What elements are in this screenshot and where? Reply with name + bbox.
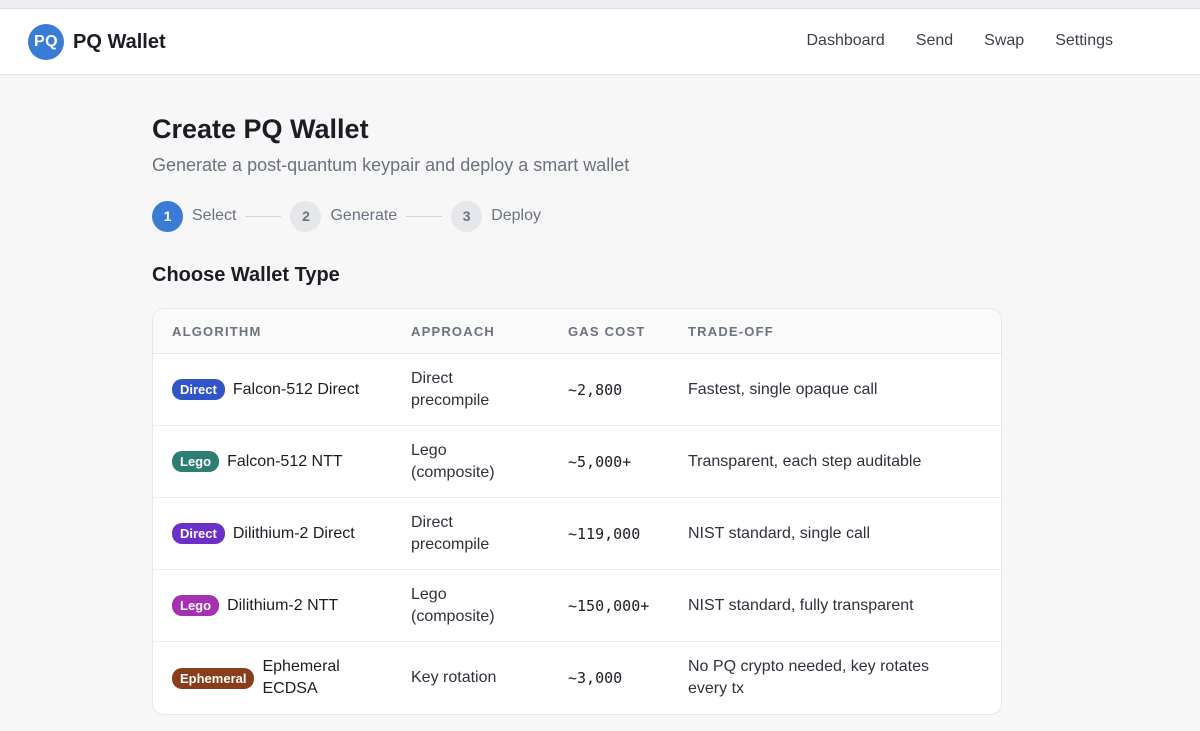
tradeoff-line: No PQ crypto needed, key rotates xyxy=(688,658,930,675)
approach-line: precompile xyxy=(411,391,490,409)
browser-top-strip xyxy=(0,0,1200,9)
step-number: 1 xyxy=(152,200,183,232)
nav-settings[interactable]: Settings xyxy=(1055,32,1113,50)
type-badge: Direct xyxy=(172,523,225,544)
approach-line: Direct xyxy=(411,369,453,387)
type-badge: Direct xyxy=(172,379,225,400)
app-name: PQ Wallet xyxy=(73,30,166,53)
algorithm-name: Falcon-512 NTT xyxy=(227,452,343,470)
main-content: Create PQ Wallet Generate a post-quantum… xyxy=(152,114,1002,715)
page-subtitle: Generate a post-quantum keypair and depl… xyxy=(152,155,630,175)
top-navbar: PQ PQ Wallet Dashboard Send Swap Setting… xyxy=(0,9,1200,75)
approach-line: precompile xyxy=(411,535,490,553)
algorithm-cell: Direct Dilithium-2 Direct xyxy=(153,523,411,545)
algorithm-name: Dilithium-2 Direct xyxy=(232,524,355,542)
algorithm-name-line: ECDSA xyxy=(262,680,318,697)
step-label: Deploy xyxy=(491,207,541,224)
approach-cell: Lego (composite) xyxy=(411,440,568,484)
algorithm-cell: Lego Falcon-512 NTT xyxy=(153,451,411,473)
table-row[interactable]: Lego Dilithium-2 NTT Lego (composite) ~1… xyxy=(153,570,1001,642)
approach-cell: Lego (composite) xyxy=(411,584,568,628)
tradeoff-cell: NIST standard, fully transparent xyxy=(688,596,914,614)
tradeoff-line: every tx xyxy=(688,680,745,697)
table-row[interactable]: Direct Dilithium-2 Direct Direct precomp… xyxy=(153,498,1001,570)
algorithm-cell: Direct Falcon-512 Direct xyxy=(153,379,411,401)
table-row[interactable]: Direct Falcon-512 Direct Direct precompi… xyxy=(153,354,1001,426)
step-deploy[interactable]: 3 Deploy xyxy=(451,200,541,232)
step-number: 3 xyxy=(451,200,483,232)
table-row[interactable]: Ephemeral Ephemeral ECDSA Key rotation ~… xyxy=(153,642,1001,714)
approach-line: Direct xyxy=(411,513,453,531)
tradeoff-cell: No PQ crypto needed, key rotates every t… xyxy=(688,656,1001,700)
wallet-type-table: Algorithm Approach Gas Cost Trade-off Di… xyxy=(152,308,1002,715)
approach-line: Lego xyxy=(411,585,447,603)
approach-line: (composite) xyxy=(411,607,495,625)
gas-cost-cell: ~150,000+ xyxy=(568,596,650,615)
step-generate[interactable]: 2 Generate xyxy=(290,200,398,232)
type-badge: Ephemeral xyxy=(172,667,255,689)
nav-send[interactable]: Send xyxy=(916,32,953,50)
main-nav: Dashboard Send Swap Settings xyxy=(807,32,1114,50)
app-logo: PQ xyxy=(28,24,64,60)
tradeoff-cell: Fastest, single opaque call xyxy=(688,380,878,398)
header-gas-cost: Gas Cost xyxy=(568,323,646,339)
approach-line: Lego xyxy=(411,441,447,459)
gas-cost-cell: ~5,000+ xyxy=(568,452,632,471)
step-number: 2 xyxy=(290,200,322,232)
algorithm-name: Ephemeral ECDSA xyxy=(262,656,339,700)
approach-line: (composite) xyxy=(411,463,495,481)
header-approach: Approach xyxy=(411,323,495,339)
nav-swap[interactable]: Swap xyxy=(984,32,1024,50)
step-connector xyxy=(406,215,443,217)
tradeoff-cell: NIST standard, single call xyxy=(688,524,871,542)
gas-cost-cell: ~119,000 xyxy=(568,524,641,543)
algorithm-cell: Lego Dilithium-2 NTT xyxy=(153,595,411,617)
step-connector xyxy=(245,215,282,217)
algorithm-cell: Ephemeral Ephemeral ECDSA xyxy=(153,656,411,700)
step-label: Generate xyxy=(330,207,398,224)
algorithm-name: Falcon-512 Direct xyxy=(232,380,360,398)
header-tradeoff: Trade-off xyxy=(688,323,774,339)
tradeoff-cell: Transparent, each step auditable xyxy=(688,452,922,470)
table-header: Algorithm Approach Gas Cost Trade-off xyxy=(153,309,1001,354)
section-title: Choose Wallet Type xyxy=(152,264,340,286)
page-title: Create PQ Wallet xyxy=(152,114,369,144)
header-algorithm: Algorithm xyxy=(172,323,262,339)
approach-cell: Key rotation xyxy=(411,669,497,686)
algorithm-name-line: Ephemeral xyxy=(262,658,340,675)
table-row[interactable]: Lego Falcon-512 NTT Lego (composite) ~5,… xyxy=(153,426,1001,498)
gas-cost-cell: ~2,800 xyxy=(568,380,623,399)
brand[interactable]: PQ PQ Wallet xyxy=(28,24,166,60)
nav-dashboard[interactable]: Dashboard xyxy=(807,32,885,50)
type-badge: Lego xyxy=(172,595,220,616)
algorithm-name: Dilithium-2 NTT xyxy=(227,596,339,614)
approach-cell: Direct precompile xyxy=(411,368,568,412)
approach-cell: Direct precompile xyxy=(411,512,568,556)
gas-cost-cell: ~3,000 xyxy=(568,669,623,687)
step-select[interactable]: 1 Select xyxy=(152,200,237,232)
stepper: 1 Select 2 Generate 3 Deploy xyxy=(152,200,1002,232)
type-badge: Lego xyxy=(172,451,220,472)
step-label: Select xyxy=(192,207,237,224)
